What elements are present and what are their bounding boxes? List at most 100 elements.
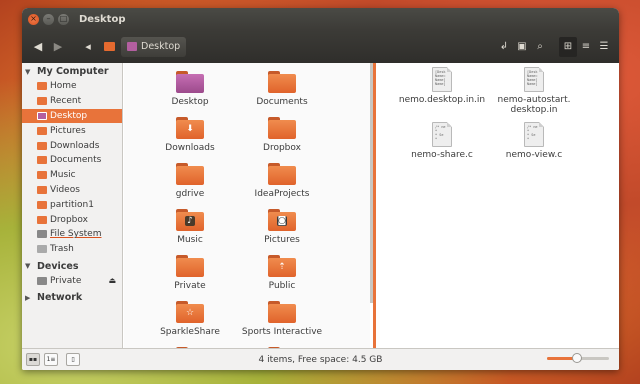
back-button[interactable]: ◀: [28, 37, 48, 57]
sidebar-item-recent[interactable]: Recent: [22, 94, 122, 109]
show-tree-button[interactable]: 1≡: [44, 353, 58, 366]
close-window-button[interactable]: ×: [28, 13, 39, 25]
places-icon: ▪▪: [28, 356, 38, 363]
window-title: Desktop: [79, 13, 126, 25]
desktop-folder-icon: [127, 42, 137, 51]
zoom-slider-knob[interactable]: [571, 353, 582, 363]
sidebar-item-videos[interactable]: Videos: [22, 183, 122, 198]
folder-item[interactable]: gdrive: [144, 163, 236, 199]
icon-view-button[interactable]: ⊞: [559, 36, 577, 57]
folder-icon: [268, 71, 296, 93]
folder-item[interactable]: Desktop: [144, 71, 236, 107]
folder-item[interactable]: ◙ Pictures: [236, 209, 328, 245]
sidebar-item-label: Dropbox: [50, 214, 88, 225]
folder-item[interactable]: Dropbox: [236, 117, 328, 153]
sidebar-section-header[interactable]: ▶ Network: [22, 290, 122, 305]
folder-item[interactable]: Sports Interactive: [236, 301, 328, 337]
toggle-sidebar-button[interactable]: ▯: [66, 353, 80, 366]
minimize-icon: –: [46, 14, 51, 23]
folder-item[interactable]: ⬇ Downloads: [144, 117, 236, 153]
folder-body: [176, 166, 204, 185]
download-folder-icon: ⬇: [176, 117, 204, 139]
sidebar-item-private[interactable]: Private ⏏: [22, 274, 122, 289]
folder-label: SparkleShare: [160, 327, 220, 337]
folder-label: Public: [268, 281, 296, 291]
folder-item[interactable]: IdeaProjects: [236, 163, 328, 199]
status-text: 4 items, Free space: 4.5 GB: [258, 354, 383, 365]
minimize-window-button[interactable]: –: [43, 13, 54, 25]
file-item[interactable]: /* ne * * Se * nemo-share.c: [396, 122, 488, 160]
terminal-icon: ↲: [499, 41, 509, 52]
home-path-button[interactable]: [104, 42, 115, 51]
folder-body: [268, 120, 296, 139]
sidebar-section-title: My Computer: [37, 66, 109, 77]
folder-item[interactable]: ⇡ Public: [236, 255, 328, 291]
titlebar: × – □ Desktop: [22, 8, 619, 30]
sidebar-item-partition1[interactable]: partition1: [22, 197, 122, 212]
list-view-button[interactable]: ≡: [577, 37, 595, 57]
music-folder-icon: ♪: [176, 209, 204, 231]
sidebar-item-music[interactable]: Music: [22, 168, 122, 183]
sidebar-item-label: partition1: [50, 199, 94, 210]
sidebar-item-label: Home: [50, 81, 77, 92]
toolbar: ◀ ▶ ◂ Desktop ↲ ▣ ⌕ ⊞ ≡ ☰: [22, 30, 619, 63]
videos-folder-icon: [37, 185, 47, 194]
sidebar-item-home[interactable]: Home: [22, 79, 122, 94]
file-item[interactable]: /* ne * * Se * nemo-view.c: [488, 122, 580, 160]
sidebar-item-pictures[interactable]: Pictures: [22, 123, 122, 138]
sidebar-item-dropbox[interactable]: Dropbox: [22, 212, 122, 227]
sidebar-section-header[interactable]: ▼ My Computer: [22, 64, 122, 79]
triangle-down-icon: ▼: [25, 262, 31, 271]
right-pane: [Desk Name= Name[Name[nemo.desktop.in.in [D…: [376, 63, 619, 348]
folder-item[interactable]: ♪ Music: [144, 209, 236, 245]
new-folder-button[interactable]: ▣: [513, 37, 531, 57]
sidebar-item-label: Recent: [50, 96, 82, 107]
maximize-window-button[interactable]: □: [58, 13, 69, 25]
show-places-button[interactable]: ▪▪: [26, 353, 40, 366]
folder-label: Music: [177, 235, 203, 245]
folder-icon: [268, 117, 296, 139]
folder-label: Documents: [256, 97, 308, 107]
file-item[interactable]: [Desk Name= Name[Name[nemo-autostart. desk…: [488, 67, 580, 115]
sidebar-section-title: Network: [37, 292, 83, 304]
sidebar-item-label: Trash: [50, 244, 74, 255]
folder-item[interactable]: ☆ SparkleShare: [144, 301, 236, 337]
star-folder-icon: ☆: [176, 301, 204, 323]
file-label: nemo-share.c: [411, 150, 473, 160]
open-terminal-button[interactable]: ↲: [495, 37, 513, 57]
eject-icon[interactable]: ⏏: [108, 276, 116, 285]
folder-label: IdeaProjects: [254, 189, 310, 199]
sidebar-item-file-system[interactable]: File System: [22, 227, 122, 242]
zoom-slider[interactable]: [547, 353, 609, 363]
new-folder-icon: ▣: [517, 41, 527, 52]
downloads-folder-icon: [37, 141, 47, 150]
sidebar-item-trash[interactable]: Trash: [22, 242, 122, 257]
sidebar-item-label: Videos: [50, 184, 80, 195]
sidebar-item-label: File System: [50, 229, 102, 240]
arrow-left-icon: ◀: [33, 40, 43, 53]
folder-item[interactable]: Documents: [236, 71, 328, 107]
folder-label: Private: [174, 281, 206, 291]
sidebar-section-header[interactable]: ▼ Devices: [22, 259, 122, 274]
folder-label: Desktop: [171, 97, 209, 107]
camera-folder-icon: ◙: [268, 209, 296, 231]
folder-item[interactable]: Private: [144, 255, 236, 291]
drive-icon: [37, 230, 47, 239]
drive-icon: [37, 276, 47, 285]
trash-icon: [37, 245, 47, 254]
path-left-button[interactable]: ◂: [78, 37, 98, 57]
file-label: nemo-autostart. desktop.in: [497, 95, 571, 115]
sidebar-item-downloads[interactable]: Downloads: [22, 138, 122, 153]
sidebar-item-label: Music: [50, 170, 76, 181]
sidebar-item-documents[interactable]: Documents: [22, 153, 122, 168]
close-icon: ×: [30, 14, 37, 23]
file-item[interactable]: [Desk Name= Name[Name[nemo.desktop.in.in: [396, 67, 488, 105]
search-button[interactable]: ⌕: [531, 37, 549, 57]
left-pane: Desktop Documents ⬇ Downloads Dropbox gdrive I…: [124, 63, 370, 348]
compact-view-button[interactable]: ☰: [595, 37, 613, 57]
home-folder-icon: [37, 82, 47, 91]
sidebar-item-desktop[interactable]: Desktop: [22, 108, 122, 124]
forward-button[interactable]: ▶: [48, 37, 68, 57]
path-button-desktop[interactable]: Desktop: [121, 36, 187, 57]
recent-folder-icon: [37, 97, 47, 106]
